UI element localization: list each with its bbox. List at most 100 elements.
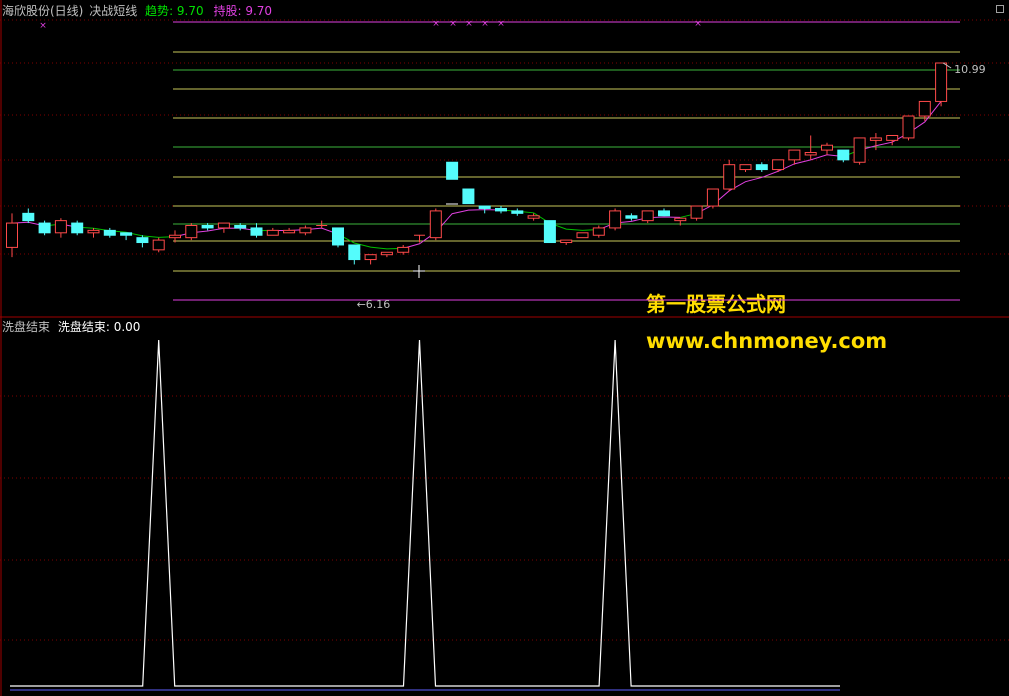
candle-18 <box>299 225 312 236</box>
cross-marker-6: × <box>694 19 702 29</box>
candle-body <box>120 232 133 236</box>
candle-31 <box>511 208 524 216</box>
candle-body <box>527 215 540 219</box>
candle-13 <box>217 222 230 233</box>
candle-body <box>658 210 670 217</box>
candle-6 <box>103 227 116 238</box>
candle-51 <box>837 149 850 163</box>
candle-body <box>837 149 850 161</box>
candle-15 <box>250 223 263 238</box>
candle-body <box>364 254 377 261</box>
candle-44 <box>723 159 736 192</box>
candle-8 <box>136 235 149 248</box>
candle-32 <box>527 213 540 221</box>
candle-body <box>6 222 18 248</box>
candle-5 <box>87 227 100 238</box>
candle-body <box>169 234 181 239</box>
candle-body <box>511 210 524 214</box>
candle-7 <box>120 232 133 241</box>
candle-body <box>935 62 948 102</box>
candle-body <box>478 205 491 209</box>
candle-body <box>902 115 915 139</box>
candle-37 <box>609 208 622 231</box>
candle-body <box>185 225 198 239</box>
candle-27 <box>446 161 459 180</box>
candle-body <box>609 210 622 229</box>
price-level-lines <box>173 21 960 301</box>
candle-0 <box>6 213 18 258</box>
candle-53 <box>869 133 882 151</box>
candle-body <box>234 225 247 229</box>
candle-body <box>462 188 475 205</box>
candle-body <box>380 251 393 256</box>
cross-marker-3: × <box>465 19 473 29</box>
cross-marker-4: × <box>481 19 489 29</box>
cross-marker-2: × <box>449 19 457 29</box>
candle-body <box>543 220 556 244</box>
candle-body <box>641 210 654 222</box>
candle-22 <box>364 254 377 265</box>
candle-body <box>690 205 703 219</box>
candle-body <box>918 100 931 117</box>
candle-body <box>446 161 459 180</box>
candle-52 <box>853 137 866 165</box>
candle-body <box>250 227 263 236</box>
candle-body <box>38 222 51 234</box>
candle-body <box>283 229 296 234</box>
candle-body <box>348 244 361 261</box>
candle-39 <box>641 210 654 224</box>
cross-marker-5: × <box>497 19 505 29</box>
price-labels: 10.99 ←6.16 <box>357 62 986 311</box>
candle-43 <box>706 188 719 209</box>
candle-body <box>22 212 35 222</box>
candle-body <box>821 144 833 151</box>
candle-47 <box>772 159 785 172</box>
candlesticks <box>6 62 948 265</box>
candle-body <box>495 207 507 212</box>
candle-11 <box>185 223 198 241</box>
candle-42 <box>690 205 703 221</box>
candle-body <box>560 239 573 244</box>
candle-46 <box>755 162 768 172</box>
cross-markers: × × × × × × × <box>39 19 702 31</box>
stock-chart[interactable]: × × × × × × × 10.99 ←6.16 <box>0 0 1009 696</box>
candle-26 <box>429 208 442 241</box>
min-price-label: ←6.16 <box>357 298 391 311</box>
candle-body <box>804 152 817 156</box>
washout-indicator-panel <box>10 339 840 691</box>
candle-57 <box>935 62 948 107</box>
candle-40 <box>658 208 670 217</box>
candle-body <box>755 164 768 171</box>
candle-21 <box>348 244 361 265</box>
candle-body <box>723 164 736 190</box>
candle-16 <box>266 227 279 236</box>
candle-body <box>103 229 116 236</box>
candle-36 <box>592 225 605 238</box>
candle-55 <box>902 115 915 141</box>
candle-28 <box>462 188 475 205</box>
candle-body <box>299 227 312 234</box>
candle-body <box>674 217 687 222</box>
candle-body <box>71 222 84 234</box>
candle-body <box>201 225 214 229</box>
candle-body <box>869 137 882 141</box>
candle-body <box>886 134 899 141</box>
chart-frame <box>0 0 1009 696</box>
candle-54 <box>886 134 899 146</box>
candle-23 <box>380 251 393 258</box>
candle-body <box>788 149 801 161</box>
candle-50 <box>821 142 833 155</box>
candle-33 <box>543 220 556 244</box>
moving-average-lines <box>11 101 942 250</box>
candle-20 <box>332 227 344 248</box>
candle-body <box>739 164 752 171</box>
candle-17 <box>283 227 296 234</box>
candle-body <box>217 222 230 229</box>
candle-49 <box>804 135 817 160</box>
ma-segment-8 <box>403 209 502 249</box>
max-price-label: 10.99 <box>954 63 986 76</box>
cross-marker-1: × <box>432 19 440 29</box>
candle-body <box>332 227 344 246</box>
cross-marker-0: × <box>39 21 47 31</box>
candle-body <box>54 220 67 234</box>
